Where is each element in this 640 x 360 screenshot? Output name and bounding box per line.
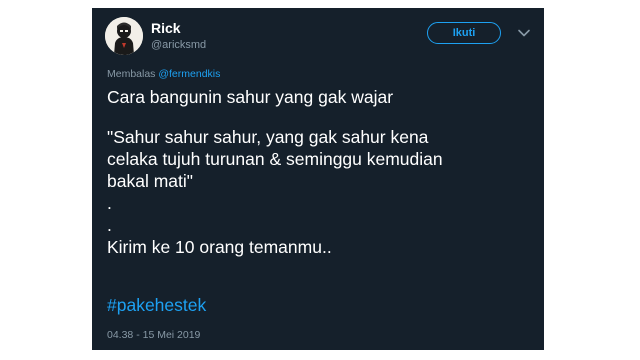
tweet-line: "Sahur sahur sahur, yang gak sahur kena	[107, 127, 429, 147]
avatar-image	[105, 17, 143, 55]
tweet-card: Rick @aricksmd Ikuti Membalas @fermendki…	[92, 8, 544, 350]
avatar[interactable]	[105, 17, 143, 55]
reply-prefix: Membalas	[107, 68, 156, 80]
tweet-text: Cara bangunin sahur yang gak wajar "Sahu…	[107, 86, 532, 258]
tweet-line: .	[107, 193, 112, 213]
tweet-line: Cara bangunin sahur yang gak wajar	[107, 87, 394, 107]
follow-button[interactable]: Ikuti	[427, 22, 501, 44]
tweet-line: Kirim ke 10 orang temanmu..	[107, 237, 332, 257]
tweet-line: bakal mati"	[107, 171, 193, 191]
tweet-timestamp[interactable]: 04.38 - 15 Mei 2019	[107, 329, 200, 341]
chevron-down-icon[interactable]	[517, 26, 531, 40]
tweet-line: .	[107, 215, 112, 235]
tweet-line: celaka tujuh turunan & seminggu kemudian	[107, 149, 443, 169]
author-name[interactable]: Rick	[151, 20, 181, 36]
reply-context: Membalas @fermendkis	[107, 68, 220, 80]
author-handle[interactable]: @aricksmd	[151, 39, 206, 51]
hashtag-link[interactable]: #pakehestek	[107, 295, 206, 316]
reply-mention-link[interactable]: @fermendkis	[158, 68, 220, 80]
